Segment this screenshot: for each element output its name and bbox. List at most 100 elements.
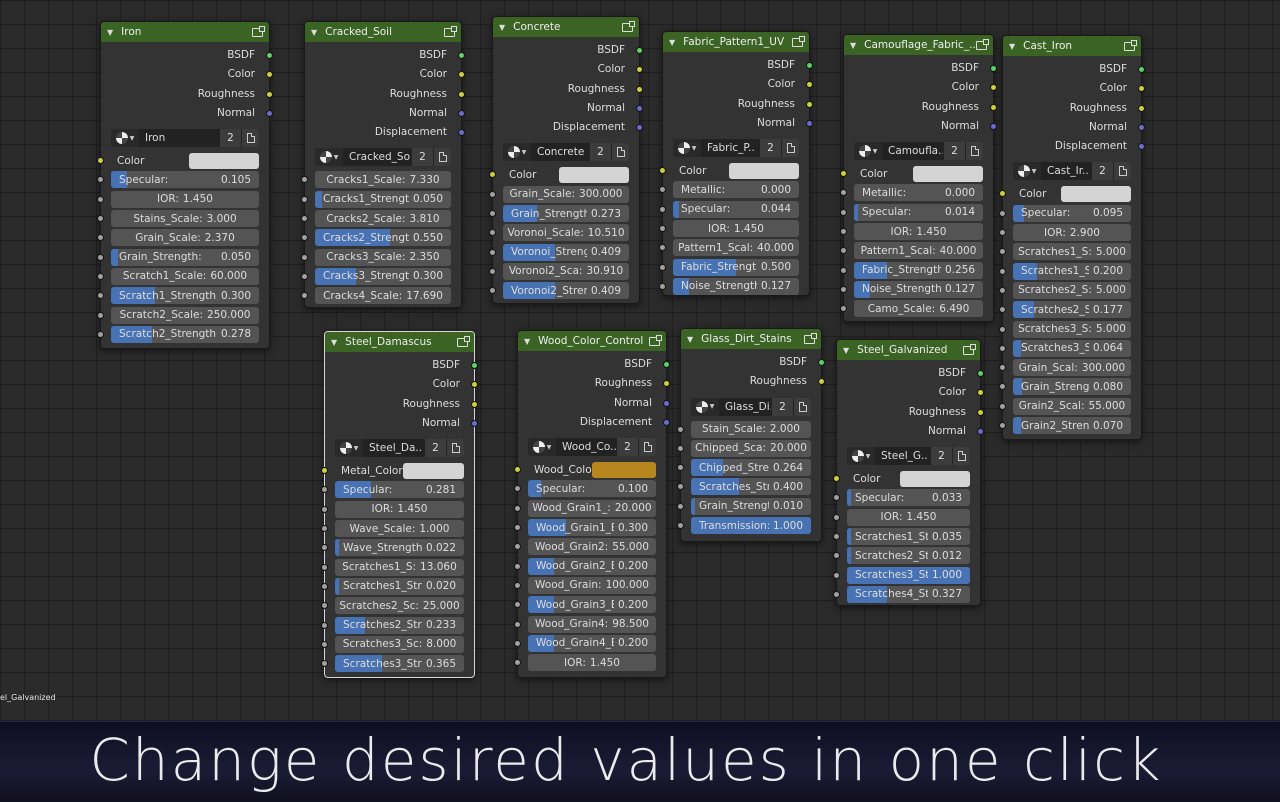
output-socket-icon[interactable] [1138, 143, 1145, 150]
value-slider[interactable]: Voronoi_Strength:0.409 [503, 244, 629, 261]
input-socket-icon[interactable] [840, 228, 847, 235]
value-slider[interactable]: Wood_Grain1_Bu:0.300 [528, 519, 656, 536]
collapse-chevron-icon[interactable]: ▼ [850, 41, 856, 50]
input-socket-icon[interactable] [659, 206, 666, 213]
datablock-selector[interactable]: ▼Steel_Da..2 [325, 433, 474, 461]
output-socket-icon[interactable] [663, 419, 670, 426]
input-socket-icon[interactable] [833, 572, 840, 579]
input-socket-icon[interactable] [321, 486, 328, 493]
node-group-icon[interactable] [649, 337, 660, 346]
output-socket-icon[interactable] [977, 409, 984, 416]
output-socket-icon[interactable] [977, 389, 984, 396]
collapse-chevron-icon[interactable]: ▼ [687, 335, 693, 344]
input-socket-icon[interactable] [97, 312, 104, 319]
input-socket-icon[interactable] [833, 475, 840, 482]
output-socket-icon[interactable] [977, 370, 984, 377]
datablock-name[interactable]: Glass_Di.. [719, 398, 771, 416]
value-slider[interactable]: Wave_Scale:1.000 [335, 520, 464, 537]
node-tree-browse-icon[interactable]: ▼ [335, 439, 363, 457]
input-socket-icon[interactable] [514, 659, 521, 666]
value-slider[interactable]: Cracks1_Scale:7.330 [315, 171, 451, 188]
input-socket-icon[interactable] [833, 514, 840, 521]
user-count[interactable]: 2 [1091, 162, 1113, 180]
user-count[interactable]: 2 [943, 142, 965, 160]
datablock-selector[interactable]: ▼Iron2 [101, 123, 269, 151]
output-socket-icon[interactable] [806, 62, 813, 69]
input-socket-icon[interactable] [840, 267, 847, 274]
input-socket-icon[interactable] [514, 563, 521, 570]
input-socket-icon[interactable] [840, 286, 847, 293]
output-socket-icon[interactable] [806, 120, 813, 127]
output-socket-icon[interactable] [636, 124, 643, 131]
node-tree-browse-icon[interactable]: ▼ [673, 139, 701, 157]
output-socket-icon[interactable] [818, 359, 825, 366]
value-slider[interactable]: Cracks3_Strength:0.300 [315, 268, 451, 285]
collapse-chevron-icon[interactable]: ▼ [499, 23, 505, 32]
output-socket-icon[interactable] [471, 381, 478, 388]
value-slider[interactable]: Wood_Grain2:55.000 [528, 538, 656, 555]
input-socket-icon[interactable] [514, 485, 521, 492]
value-slider[interactable]: Grain_Strength:0.050 [111, 249, 259, 266]
user-count[interactable]: 2 [616, 438, 638, 456]
input-socket-icon[interactable] [659, 264, 666, 271]
input-socket-icon[interactable] [840, 209, 847, 216]
value-slider[interactable]: Scratches1_Stre:0.035 [847, 528, 970, 545]
value-slider[interactable]: Grain_Strength:0.080 [1013, 378, 1131, 395]
input-socket-icon[interactable] [999, 422, 1006, 429]
value-slider[interactable]: IOR:2.900 [1013, 224, 1131, 241]
value-slider[interactable]: Grain_Scale:300.000 [503, 186, 629, 203]
value-slider[interactable]: Wood_Grain3_Bu:0.200 [528, 596, 656, 613]
datablock-name[interactable]: Camoufla.. [882, 142, 943, 160]
input-socket-icon[interactable] [840, 247, 847, 254]
user-count[interactable]: 2 [589, 143, 611, 161]
user-count[interactable]: 2 [411, 148, 433, 166]
value-slider[interactable]: Grain2_Scal:55.000 [1013, 398, 1131, 415]
node-tree-browse-icon[interactable]: ▼ [503, 143, 531, 161]
value-slider[interactable]: IOR:1.450 [111, 191, 259, 208]
output-socket-icon[interactable] [471, 420, 478, 427]
input-socket-icon[interactable] [321, 506, 328, 513]
value-slider[interactable]: Grain2_Strengt:0.070 [1013, 417, 1131, 434]
output-socket-icon[interactable] [818, 378, 825, 385]
color-swatch[interactable] [729, 163, 799, 179]
datablock-name[interactable]: Cast_Ir.. [1041, 162, 1091, 180]
color-swatch[interactable] [900, 471, 970, 487]
color-swatch[interactable] [403, 463, 464, 479]
value-slider[interactable]: Scratches3_Stre:1.000 [847, 567, 970, 584]
input-socket-icon[interactable] [489, 287, 496, 294]
input-socket-icon[interactable] [677, 464, 684, 471]
datablock-selector[interactable]: ▼Cracked_Soil2 [305, 142, 461, 170]
value-slider[interactable]: Wood_Grain4:98.500 [528, 616, 656, 633]
input-socket-icon[interactable] [514, 524, 521, 531]
value-slider[interactable]: Pattern1_Scal:40.000 [854, 242, 983, 259]
node-steel-damascus[interactable]: ▼Steel_DamascusBSDFColorRoughnessNormal▼… [324, 331, 475, 678]
user-count[interactable]: 2 [930, 447, 952, 465]
node-tree-browse-icon[interactable]: ▼ [111, 129, 139, 147]
node-group-icon[interactable] [792, 38, 803, 47]
input-socket-icon[interactable] [677, 483, 684, 490]
output-socket-icon[interactable] [806, 101, 813, 108]
node-group-icon[interactable] [804, 335, 815, 344]
input-socket-icon[interactable] [999, 210, 1006, 217]
datablock-selector[interactable]: ▼Cast_Ir..2 [1003, 156, 1141, 184]
value-slider[interactable]: Grain_Scal:300.000 [1013, 359, 1131, 376]
node-header[interactable]: ▼Concrete [493, 17, 639, 37]
input-socket-icon[interactable] [321, 622, 328, 629]
collapse-chevron-icon[interactable]: ▼ [331, 338, 337, 347]
input-socket-icon[interactable] [97, 254, 104, 261]
input-socket-icon[interactable] [301, 292, 308, 299]
value-slider[interactable]: IOR:1.450 [854, 223, 983, 240]
node-cracked-soil[interactable]: ▼Cracked_SoilBSDFColorRoughnessNormalDis… [304, 21, 462, 308]
fake-user-icon[interactable] [241, 129, 259, 147]
node-glass-dirt-stains[interactable]: ▼Glass_Dirt_StainsBSDFRoughness▼Glass_Di… [680, 328, 822, 542]
output-socket-icon[interactable] [471, 362, 478, 369]
value-slider[interactable]: Scratches_Stren:0.400 [691, 478, 811, 495]
value-slider[interactable]: Scratches3_S:5.000 [1013, 321, 1131, 338]
node-header[interactable]: ▼Cast_Iron [1003, 36, 1141, 56]
value-slider[interactable]: Scratches2_Sc:25.000 [335, 597, 464, 614]
input-socket-icon[interactable] [999, 268, 1006, 275]
value-slider[interactable]: Camo_Scale:6.490 [854, 300, 983, 317]
fake-user-icon[interactable] [433, 148, 451, 166]
output-socket-icon[interactable] [663, 380, 670, 387]
input-socket-icon[interactable] [321, 564, 328, 571]
